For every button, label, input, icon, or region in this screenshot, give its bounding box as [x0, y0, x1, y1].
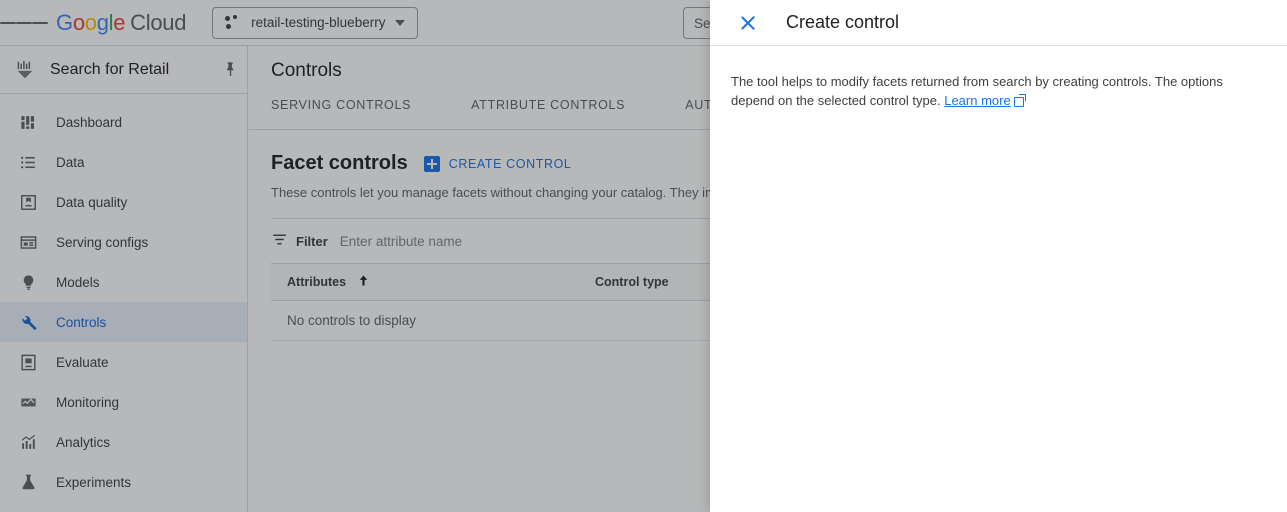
panel-body: The tool helps to modify facets returned… — [710, 46, 1287, 110]
panel-title: Create control — [786, 12, 899, 33]
create-control-panel: Create control The tool helps to modify … — [710, 0, 1287, 512]
external-link-icon — [1014, 95, 1025, 106]
screen-root: GoogleCloud retail-testing-blueberry Se … — [0, 0, 1287, 512]
panel-description: The tool helps to modify facets returned… — [731, 72, 1266, 110]
close-icon[interactable] — [738, 13, 758, 33]
learn-more-link[interactable]: Learn more — [944, 93, 1010, 108]
panel-header: Create control — [710, 0, 1287, 46]
